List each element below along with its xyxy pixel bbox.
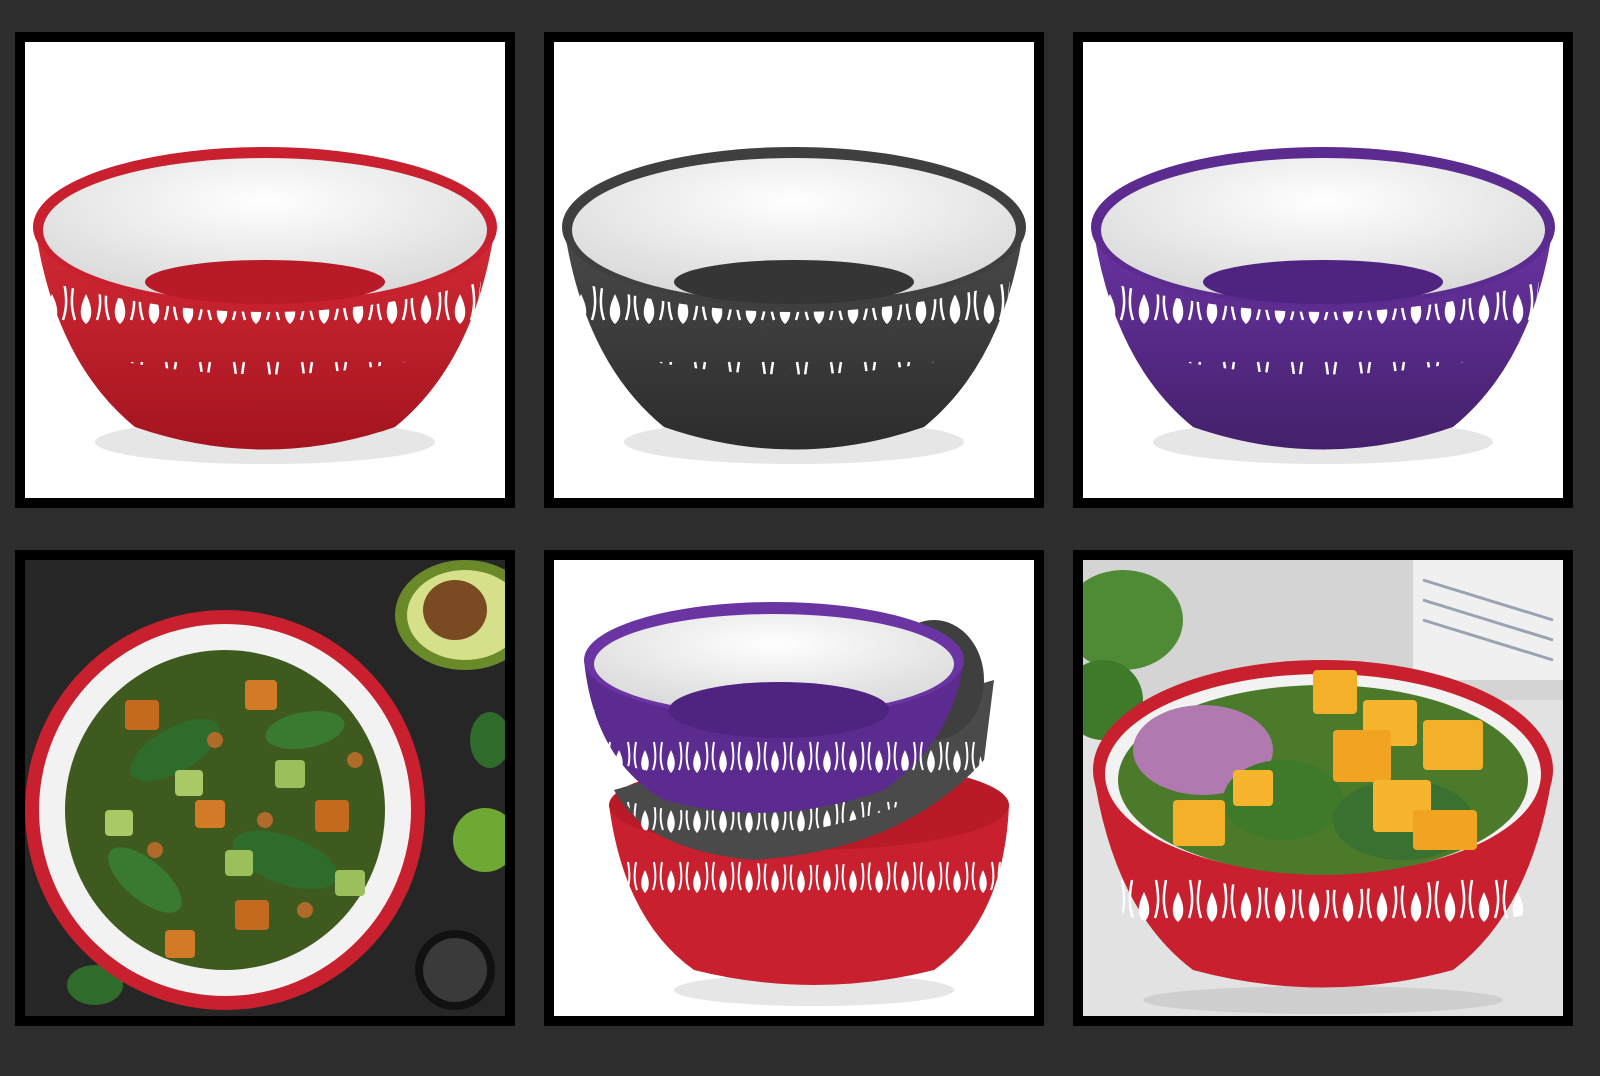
grey-bowl-illustration xyxy=(562,147,1026,464)
image-tile-purple-bowl xyxy=(1073,32,1573,508)
image-tile-mango-salad xyxy=(1073,550,1573,1026)
image-tile-salad-topdown xyxy=(15,550,515,1026)
stacked-bowls-illustration xyxy=(584,602,1009,1006)
salad-topdown-illustration xyxy=(25,560,505,1016)
salad-topdown-photo xyxy=(25,560,505,1016)
purple-bowl-photo xyxy=(1083,42,1563,498)
image-tile-stacked-bowls xyxy=(544,550,1044,1026)
red-bowl-photo xyxy=(25,42,505,498)
image-tile-red-bowl xyxy=(15,32,515,508)
mango-salad-illustration xyxy=(1083,560,1563,1016)
mango-salad-photo xyxy=(1083,560,1563,1016)
purple-bowl-illustration xyxy=(1091,147,1555,464)
red-bowl-illustration xyxy=(33,147,497,464)
grey-bowl-photo xyxy=(554,42,1034,498)
stacked-bowls-photo xyxy=(554,560,1034,1016)
image-tile-grey-bowl xyxy=(544,32,1044,508)
